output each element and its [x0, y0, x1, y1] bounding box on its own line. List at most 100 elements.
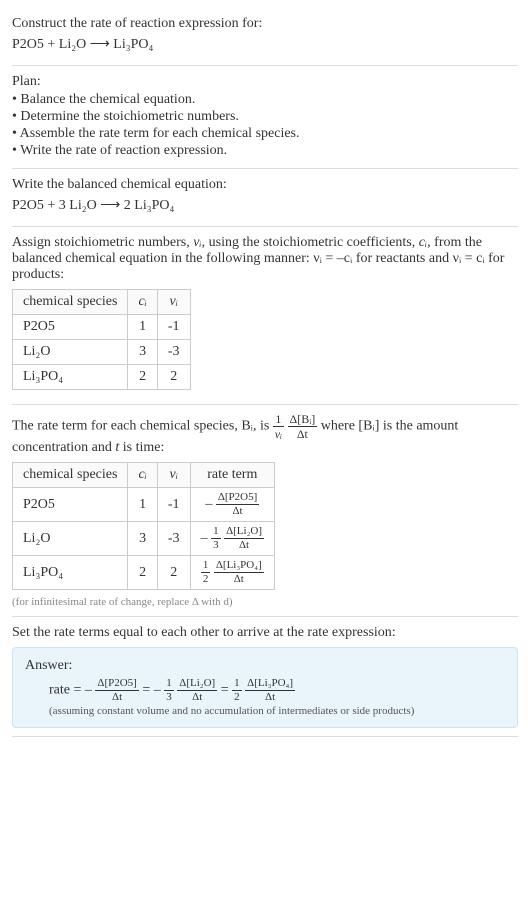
term-1-sign: –: [85, 683, 92, 698]
frac-num: Δ[Li₂O]: [177, 678, 217, 691]
rate-coef-frac: 1 3: [211, 526, 221, 551]
frac-num: Δ[P2O5]: [95, 678, 138, 691]
col-nui: νᵢ: [157, 290, 190, 315]
answer-box: Answer: rate = – Δ[P2O5] Δt = – 1 3 Δ[Li…: [12, 647, 518, 728]
stoich-prod-rule: νᵢ = cᵢ: [453, 251, 485, 266]
cell-nui: -1: [157, 488, 190, 522]
intro-equation: P2O5 + Li₂O ⟶ Li₃PO₄: [12, 36, 518, 53]
table-row: Li₂O 3 -3 – 1 3 Δ[Li₂O] Δt: [13, 522, 275, 556]
cell-ci: 1: [128, 315, 157, 340]
cell-nui: 2: [157, 556, 190, 590]
frac-num: 1: [211, 526, 221, 539]
frac-num: Δ[Li₃PO₄]: [214, 560, 264, 573]
rate-frac: Δ[Li₃PO₄] Δt: [214, 560, 264, 585]
cell-nui: -3: [157, 522, 190, 556]
cell-species: Li₂O: [13, 522, 128, 556]
equals-1: =: [142, 683, 153, 698]
intro-title: Construct the rate of reaction expressio…: [12, 16, 518, 32]
frac-den: Δt: [177, 691, 217, 703]
rate-coef-frac: 1 2: [201, 560, 211, 585]
rate-sign: –: [201, 531, 208, 546]
col-nui-label: νᵢ: [170, 294, 178, 309]
frac-den: Δt: [224, 539, 264, 551]
rate-frac: Δ[P2O5] Δt: [216, 492, 259, 517]
rate-sign: –: [205, 497, 212, 512]
answer-label: Answer:: [25, 658, 505, 674]
plan-item-1: • Balance the chemical equation.: [12, 92, 518, 108]
plan-section: Plan: • Balance the chemical equation. •…: [12, 66, 518, 169]
cell-species: P2O5: [13, 488, 128, 522]
col-species: chemical species: [13, 290, 128, 315]
frac-den: 3: [164, 691, 174, 703]
frac-num: 1: [273, 413, 284, 427]
balanced-equation: P2O5 + 3 Li₂O ⟶ 2 Li₃PO₄: [12, 197, 518, 214]
cell-nui: 2: [157, 365, 190, 390]
cell-ci: 2: [128, 556, 157, 590]
frac-den: νᵢ: [273, 427, 284, 440]
rateterm-frac-dconc: Δ[Bᵢ] Δt: [288, 413, 318, 440]
term-3-frac: Δ[Li₃PO₄] Δt: [245, 678, 295, 703]
stoich-nu-symbol: νᵢ: [193, 235, 201, 250]
plan-item-4: • Write the rate of reaction expression.: [12, 143, 518, 159]
frac-den: Δt: [95, 691, 138, 703]
frac-den: Δt: [214, 573, 264, 585]
term-2-coef: 1 3: [164, 678, 174, 703]
cell-ci: 3: [128, 522, 157, 556]
cell-species: Li₃PO₄: [13, 556, 128, 590]
col-nui: νᵢ: [157, 463, 190, 488]
frac-den: 3: [211, 539, 221, 551]
table-row: Li₃PO₄ 2 2 1 2 Δ[Li₃PO₄] Δt: [13, 556, 275, 590]
balanced-section: Write the balanced chemical equation: P2…: [12, 169, 518, 227]
table-header-row: chemical species cᵢ νᵢ: [13, 290, 191, 315]
cell-species: Li₃PO₄: [13, 365, 128, 390]
rateterm-description: The rate term for each chemical species,…: [12, 413, 518, 456]
term-2-sign: –: [154, 683, 161, 698]
rateterm-note: (for infinitesimal rate of change, repla…: [12, 596, 518, 608]
frac-den-label: νᵢ: [275, 427, 282, 441]
stoich-desc-text-2: , using the stoichiometric coefficients,: [202, 235, 419, 250]
table-header-row: chemical species cᵢ νᵢ rate term: [13, 463, 275, 488]
frac-num: 1: [201, 560, 211, 573]
rateterm-desc-1: The rate term for each chemical species,…: [12, 419, 273, 434]
cell-nui: -3: [157, 340, 190, 365]
col-rate: rate term: [190, 463, 274, 488]
rate-label: rate =: [49, 683, 85, 698]
frac-den: Δt: [216, 505, 259, 517]
col-species: chemical species: [13, 463, 128, 488]
plan-title: Plan:: [12, 74, 518, 90]
cell-rate: – 1 3 Δ[Li₂O] Δt: [190, 522, 274, 556]
rateterm-section: The rate term for each chemical species,…: [12, 405, 518, 617]
stoich-table: chemical species cᵢ νᵢ P2O5 1 -1 Li₂O 3 …: [12, 289, 191, 390]
table-row: P2O5 1 -1 – Δ[P2O5] Δt: [13, 488, 275, 522]
cell-rate: 1 2 Δ[Li₃PO₄] Δt: [190, 556, 274, 590]
stoich-description: Assign stoichiometric numbers, νᵢ, using…: [12, 235, 518, 283]
cell-ci: 1: [128, 488, 157, 522]
col-ci-label: cᵢ: [138, 294, 146, 309]
rateterm-desc-3: is time:: [119, 440, 164, 455]
frac-den: 2: [201, 573, 211, 585]
stoich-desc-text: Assign stoichiometric numbers,: [12, 235, 193, 250]
cell-ci: 3: [128, 340, 157, 365]
cell-species: P2O5: [13, 315, 128, 340]
stoich-section: Assign stoichiometric numbers, νᵢ, using…: [12, 227, 518, 405]
frac-num: 1: [232, 678, 242, 691]
term-1-frac: Δ[P2O5] Δt: [95, 678, 138, 703]
col-ci-label: cᵢ: [138, 467, 146, 482]
intro-section: Construct the rate of reaction expressio…: [12, 8, 518, 66]
rate-frac: Δ[Li₂O] Δt: [224, 526, 264, 551]
answer-assumption: (assuming constant volume and no accumul…: [49, 705, 505, 717]
frac-num: Δ[P2O5]: [216, 492, 259, 505]
frac-num: Δ[Li₃PO₄]: [245, 678, 295, 691]
table-row: Li₃PO₄ 2 2: [13, 365, 191, 390]
frac-den: 2: [232, 691, 242, 703]
frac-den: Δt: [245, 691, 295, 703]
final-set-text: Set the rate terms equal to each other t…: [12, 625, 518, 641]
cell-ci: 2: [128, 365, 157, 390]
table-row: P2O5 1 -1: [13, 315, 191, 340]
col-ci: cᵢ: [128, 463, 157, 488]
frac-num: 1: [164, 678, 174, 691]
frac-num: Δ[Li₂O]: [224, 526, 264, 539]
answer-rate-expression: rate = – Δ[P2O5] Δt = – 1 3 Δ[Li₂O] Δt =…: [49, 678, 505, 703]
rateterm-frac-coef: 1 νᵢ: [273, 413, 284, 440]
balanced-title: Write the balanced chemical equation:: [12, 177, 518, 193]
